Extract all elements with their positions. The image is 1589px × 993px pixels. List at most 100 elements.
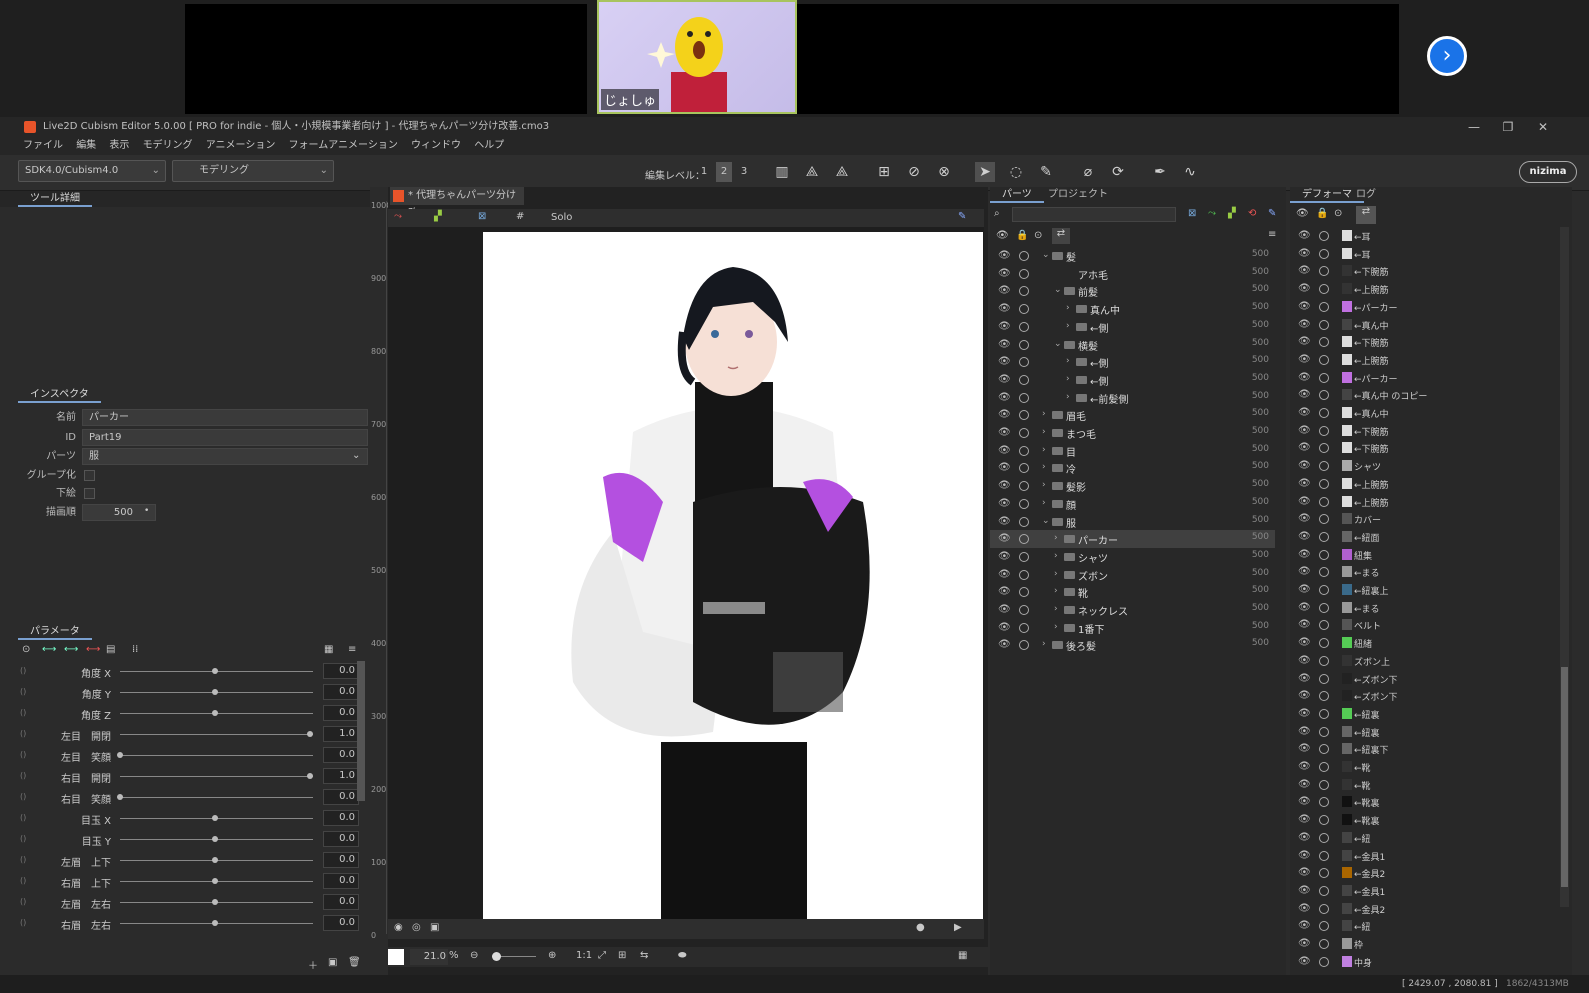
lock-toggle[interactable] [1319,567,1329,578]
parameter-value-field[interactable]: 0.0 [323,747,359,763]
parts-tree-row[interactable]: 👁 › ←前髪側 500 [990,389,1275,407]
parameter-slider-knob[interactable] [212,815,218,821]
lock-toggle[interactable] [1319,921,1329,932]
eye-icon[interactable]: 👁 [998,409,1011,420]
lock-toggle[interactable] [1319,248,1329,259]
deformer-tree-row[interactable]: 👁 ←紐裏下 [1290,740,1560,758]
trash-icon[interactable]: 🗑 [348,957,361,968]
lock-toggle[interactable] [1319,850,1329,861]
deformer-tree-row[interactable]: 👁 ←真ん中 [1290,316,1560,334]
participant-video[interactable]: じょしゅ [597,0,797,114]
tab-project[interactable]: プロジェクト [1036,187,1120,203]
eye-icon[interactable]: 👁 [1298,761,1311,772]
lock-toggle[interactable] [1019,498,1029,509]
chevron-right-icon[interactable]: › [1042,409,1046,419]
lasso-icon[interactable]: ◌ [1006,162,1026,182]
close-icon[interactable]: ✕ [1525,117,1561,137]
path-icon[interactable]: ∿ [1180,162,1200,182]
lock-toggle[interactable] [1019,251,1029,261]
deformer-tree-row[interactable]: 👁 ←紐裏 [1290,705,1560,723]
parameter-slider[interactable] [120,776,313,777]
parts-tree-row[interactable]: 👁 › ←側 500 [990,371,1275,389]
link-icon[interactable]: () [20,771,26,780]
parameter-slider[interactable] [120,734,313,735]
tab-log[interactable]: ログ [1344,187,1388,203]
lock-toggle[interactable] [1319,585,1329,595]
eye-icon[interactable]: 👁 [1298,726,1311,737]
pin-icon[interactable]: ✎ [958,211,966,222]
link-icon[interactable]: () [20,750,26,759]
key-add-icon[interactable]: ⟷ [42,644,56,655]
chevron-down-icon[interactable]: ⌄ [1042,516,1050,526]
eye-icon[interactable]: 👁 [998,586,1011,597]
layout-icon[interactable]: ▥ [772,162,792,182]
chevron-down-icon[interactable]: ⌄ [1042,250,1050,260]
sync-icon[interactable]: ⇄ [1052,228,1070,244]
eye-icon[interactable]: 👁 [998,392,1011,403]
eye-icon[interactable]: 👁 [1298,478,1311,489]
parts-view-icon[interactable]: ▞ [434,211,442,222]
parameter-value-field[interactable]: 0.0 [323,873,359,889]
edit-level-3[interactable]: 3 [736,162,752,182]
eye-icon[interactable]: 👁 [998,268,1011,279]
part-select[interactable]: 服 [82,448,368,465]
link-icon[interactable]: () [20,708,26,717]
parameter-slider-knob[interactable] [212,668,218,674]
lock-toggle[interactable] [1319,673,1329,684]
parts-tree-row[interactable]: 👁 › 眉毛 500 [990,406,1275,424]
eye-icon[interactable]: 👁 [1298,549,1311,560]
eye-icon[interactable]: 👁 [998,356,1011,367]
parts-tree-row[interactable]: 👁 ⌄ 前髪 500 [990,282,1275,300]
lock-toggle[interactable] [1319,939,1329,949]
chevron-down-icon[interactable]: ⌄ [1054,339,1062,349]
grid-toggle-icon[interactable]: ⊞ [618,950,626,961]
background-color-swatch[interactable] [388,949,404,965]
menu-animation[interactable]: アニメーション [206,137,276,155]
parameter-value-field[interactable]: 0.0 [323,810,359,826]
parameter-value-field[interactable]: 0.0 [323,705,359,721]
parameter-slider-knob[interactable] [212,710,218,716]
eye-all-icon[interactable]: 👁 [996,230,1009,241]
eye-icon[interactable]: 👁 [998,551,1011,562]
eye-all-icon[interactable]: 👁 [1296,208,1309,219]
parameter-slider[interactable] [120,797,313,798]
folder-icon[interactable]: ▣ [328,957,337,968]
lock-toggle[interactable] [1319,514,1329,525]
link-icon[interactable]: () [20,876,26,885]
play-icon[interactable]: ▶ [954,922,962,933]
eye-icon[interactable]: 👁 [1298,496,1311,507]
deformer-scrollbar-thumb[interactable] [1561,667,1568,887]
frame-icon[interactable]: ⊠ [478,211,486,222]
link-icon[interactable]: () [20,687,26,696]
eye-icon[interactable]: 👁 [1298,301,1311,312]
keyform-icon[interactable]: ▤ [106,644,115,655]
deformer-tree-row[interactable]: 👁 ←耳 [1290,245,1560,263]
link-icon[interactable]: () [20,792,26,801]
parts-tree-row[interactable]: 👁 ⌄ 服 500 [990,513,1275,531]
eye-icon[interactable]: 👁 [998,533,1011,544]
clip-checkbox[interactable] [84,488,95,499]
restore-icon[interactable]: ❐ [1490,117,1526,137]
eye-icon[interactable]: 👁 [998,250,1011,261]
lock-toggle[interactable] [1019,374,1029,385]
edit-level-1[interactable]: 1 [696,162,712,182]
lock-toggle[interactable] [1319,266,1329,277]
lock-toggle[interactable] [1319,815,1329,826]
eye-icon[interactable]: 👁 [1298,655,1311,666]
lock-toggle[interactable] [1319,354,1329,365]
deformer-tree-row[interactable]: 👁 ←上腕筋 [1290,280,1560,298]
parts-tree-row[interactable]: 👁 › シャツ 500 [990,548,1275,566]
parameter-slider-knob[interactable] [117,752,123,758]
parts-tree-row[interactable]: 👁 ⌄ 髪 500 [990,247,1275,265]
eye-icon[interactable]: 👁 [1298,779,1311,790]
display-toggle-icon[interactable]: ⬬ [678,950,687,961]
deformer-tree-row[interactable]: 👁 中身 [1290,953,1560,967]
deformer-tree-row[interactable]: 👁 シャツ [1290,457,1560,475]
deformer-tree-row[interactable]: 👁 ←下腕筋 [1290,262,1560,280]
chevron-right-icon[interactable]: › [1042,427,1046,437]
model-canvas[interactable] [483,232,983,919]
expand-all-icon[interactable]: ⊙ [1034,230,1042,241]
chevron-right-icon[interactable]: › [1054,551,1058,561]
deformer-tree-row[interactable]: 👁 ベルト [1290,616,1560,634]
parts-tree-row[interactable]: 👁 › ネックレス 500 [990,601,1275,619]
